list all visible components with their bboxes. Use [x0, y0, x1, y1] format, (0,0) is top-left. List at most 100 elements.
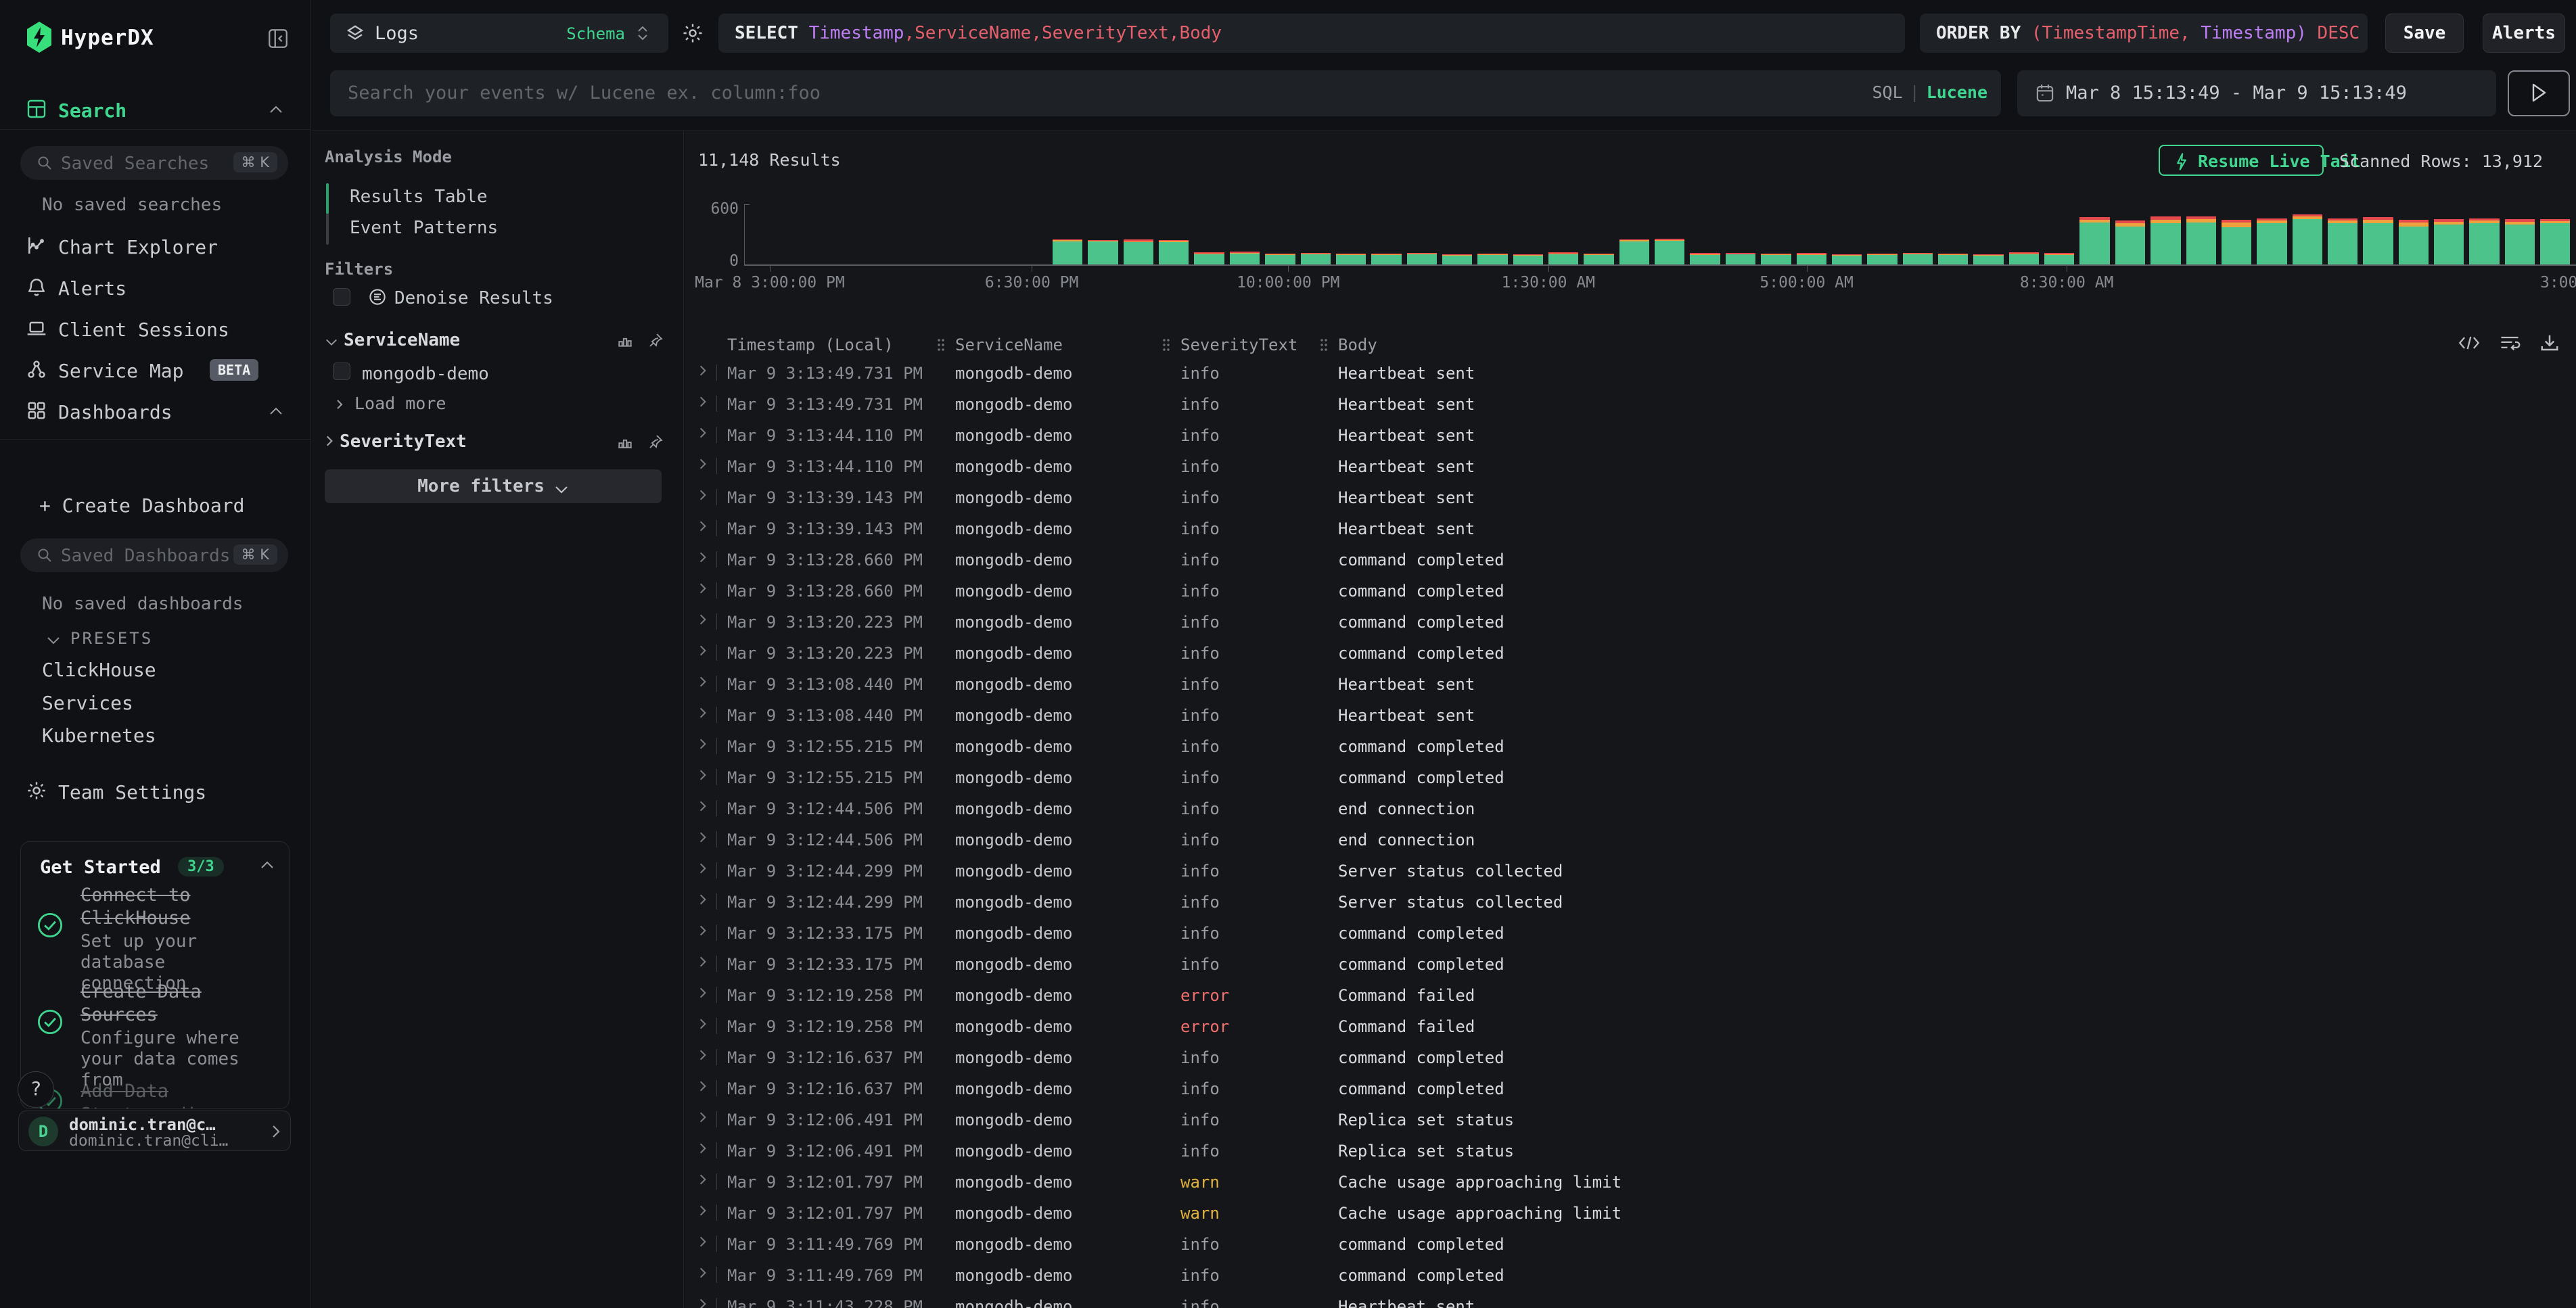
language-toggle[interactable]: SQL|Lucene [1872, 83, 1987, 102]
pin-icon[interactable] [647, 331, 664, 349]
source-settings-gear-icon[interactable] [681, 22, 704, 45]
analysis-option-results-table[interactable]: Results Table [350, 187, 488, 207]
column-timestamp[interactable]: Timestamp (Local) [727, 335, 894, 354]
sidebar-item-client-sessions[interactable]: Client Sessions [0, 310, 311, 348]
servicename-option-label[interactable]: mongodb-demo [362, 364, 489, 384]
table-row[interactable]: Mar 9 3:13:44.110 PMmongodb-demoinfoHear… [685, 419, 2576, 450]
table-row[interactable]: Mar 9 3:11:49.769 PMmongodb-demoinfocomm… [685, 1259, 2576, 1290]
save-button[interactable]: Save [2385, 14, 2464, 53]
table-row[interactable]: Mar 9 3:12:44.506 PMmongodb-demoinfoend … [685, 824, 2576, 855]
sidebar-item-service-map[interactable]: Service MapBETA [0, 351, 311, 389]
expand-chevron-icon[interactable] [698, 1204, 708, 1217]
expand-chevron-icon[interactable] [698, 644, 708, 657]
table-row[interactable]: Mar 9 3:12:33.175 PMmongodb-demoinfocomm… [685, 948, 2576, 979]
expand-chevron-icon[interactable] [698, 1266, 708, 1280]
create-dashboard-button[interactable]: + Create Dashboard [39, 494, 244, 517]
table-row[interactable]: Mar 9 3:12:06.491 PMmongodb-demoinfoRepl… [685, 1104, 2576, 1135]
table-row[interactable]: Mar 9 3:12:19.258 PMmongodb-demoerrorCom… [685, 979, 2576, 1010]
more-filters-button[interactable]: More filters [325, 469, 662, 503]
table-row[interactable]: Mar 9 3:13:08.440 PMmongodb-demoinfoHear… [685, 668, 2576, 699]
wrap-lines-icon[interactable] [2499, 333, 2521, 353]
expand-chevron-icon[interactable] [698, 1297, 708, 1308]
table-row[interactable]: Mar 9 3:12:01.797 PMmongodb-demowarnCach… [685, 1197, 2576, 1228]
saved-searches-input[interactable]: Saved Searches ⌘ K [20, 146, 288, 180]
pin-icon[interactable] [647, 433, 664, 450]
help-button[interactable]: ? [18, 1071, 54, 1108]
download-icon[interactable] [2539, 333, 2560, 353]
filter-group-servicename[interactable]: ServiceName [325, 330, 460, 350]
code-view-icon[interactable] [2458, 333, 2480, 353]
sidebar-item-chart-explorer[interactable]: Chart Explorer [0, 227, 311, 265]
expand-chevron-icon[interactable] [698, 1173, 708, 1186]
bar-chart-icon[interactable] [616, 433, 634, 450]
table-row[interactable]: Mar 9 3:12:16.637 PMmongodb-demoinfocomm… [685, 1042, 2576, 1073]
select-query-input[interactable]: SELECT Timestamp,ServiceName,SeverityTex… [718, 14, 1905, 53]
expand-chevron-icon[interactable] [698, 1235, 708, 1248]
alerts-button[interactable]: Alerts [2483, 14, 2565, 53]
expand-chevron-icon[interactable] [698, 1111, 708, 1124]
expand-chevron-icon[interactable] [698, 831, 708, 844]
saved-dashboards-input[interactable]: Saved Dashboards ⌘ K [20, 538, 288, 572]
denoise-checkbox[interactable] [333, 288, 350, 306]
table-row[interactable]: Mar 9 3:12:01.797 PMmongodb-demowarnCach… [685, 1166, 2576, 1197]
run-query-button[interactable] [2508, 70, 2570, 116]
table-row[interactable]: Mar 9 3:13:49.731 PMmongodb-demoinfoHear… [685, 357, 2576, 388]
table-row[interactable]: Mar 9 3:13:39.143 PMmongodb-demoinfoHear… [685, 513, 2576, 544]
expand-chevron-icon[interactable] [698, 737, 708, 751]
lucene-option[interactable]: Lucene [1927, 83, 1987, 102]
servicename-option-checkbox[interactable] [333, 363, 350, 380]
expand-chevron-icon[interactable] [698, 488, 708, 502]
expand-chevron-icon[interactable] [698, 706, 708, 720]
table-row[interactable]: Mar 9 3:13:08.440 PMmongodb-demoinfoHear… [685, 699, 2576, 730]
resume-live-tail-button[interactable]: Resume Live Tail [2159, 145, 2324, 176]
drag-handle-icon[interactable] [936, 337, 946, 352]
sql-option[interactable]: SQL [1872, 83, 1902, 102]
table-row[interactable]: Mar 9 3:11:43.228 PMmongodb-demoinfoHear… [685, 1290, 2576, 1308]
date-range-picker[interactable]: Mar 8 15:13:49 - Mar 9 15:13:49 [2017, 70, 2496, 116]
expand-chevron-icon[interactable] [698, 768, 708, 782]
column-body[interactable]: Body [1338, 335, 1377, 354]
analysis-option-event-patterns[interactable]: Event Patterns [350, 218, 498, 238]
table-row[interactable]: Mar 9 3:12:55.215 PMmongodb-demoinfocomm… [685, 762, 2576, 793]
expand-chevron-icon[interactable] [698, 1048, 708, 1062]
expand-chevron-icon[interactable] [698, 1142, 708, 1155]
expand-chevron-icon[interactable] [698, 426, 708, 440]
expand-chevron-icon[interactable] [698, 457, 708, 471]
load-more-button[interactable]: Load more [336, 394, 446, 413]
sidebar-item-alerts[interactable]: Alerts [0, 268, 311, 306]
sidebar-item-dashboards[interactable]: Dashboards [0, 392, 311, 430]
bar-chart-icon[interactable] [616, 331, 634, 349]
expand-chevron-icon[interactable] [698, 395, 708, 408]
preset-kubernetes[interactable]: Kubernetes [42, 724, 156, 747]
filter-group-severitytext[interactable]: SeverityText [325, 431, 467, 452]
table-row[interactable]: Mar 9 3:13:49.731 PMmongodb-demoinfoHear… [685, 388, 2576, 419]
preset-clickhouse[interactable]: ClickHouse [42, 659, 156, 681]
denoise-label[interactable]: Denoise Results [394, 288, 553, 308]
table-row[interactable]: Mar 9 3:12:16.637 PMmongodb-demoinfocomm… [685, 1073, 2576, 1104]
table-row[interactable]: Mar 9 3:13:28.660 PMmongodb-demoinfocomm… [685, 575, 2576, 606]
sidebar-item-search[interactable]: Search [0, 91, 311, 129]
lucene-search-input[interactable]: Search your events w/ Lucene ex. column:… [330, 70, 2001, 116]
expand-chevron-icon[interactable] [698, 582, 708, 595]
table-row[interactable]: Mar 9 3:12:55.215 PMmongodb-demoinfocomm… [685, 730, 2576, 762]
table-row[interactable]: Mar 9 3:12:44.506 PMmongodb-demoinfoend … [685, 793, 2576, 824]
table-row[interactable]: Mar 9 3:12:44.299 PMmongodb-demoinfoServ… [685, 886, 2576, 917]
table-row[interactable]: Mar 9 3:13:28.660 PMmongodb-demoinfocomm… [685, 544, 2576, 575]
chevron-up-icon[interactable] [268, 406, 284, 417]
table-row[interactable]: Mar 9 3:13:20.223 PMmongodb-demoinfocomm… [685, 637, 2576, 668]
expand-chevron-icon[interactable] [698, 551, 708, 564]
expand-chevron-icon[interactable] [698, 986, 708, 1000]
sidebar-collapse-icon[interactable] [267, 26, 290, 51]
preset-services[interactable]: Services [42, 692, 133, 714]
expand-chevron-icon[interactable] [698, 364, 708, 377]
table-row[interactable]: Mar 9 3:12:19.258 PMmongodb-demoerrorCom… [685, 1010, 2576, 1042]
expand-chevron-icon[interactable] [698, 893, 708, 906]
chevron-up-icon[interactable] [268, 104, 284, 115]
table-row[interactable]: Mar 9 3:12:44.299 PMmongodb-demoinfoServ… [685, 855, 2576, 886]
table-row[interactable]: Mar 9 3:12:06.491 PMmongodb-demoinfoRepl… [685, 1135, 2576, 1166]
column-severitytext[interactable]: SeverityText [1180, 335, 1297, 354]
user-profile-card[interactable]: D dominic.tran@c… dominic.tran@cli… [18, 1111, 291, 1151]
table-row[interactable]: Mar 9 3:13:39.143 PMmongodb-demoinfoHear… [685, 482, 2576, 513]
drag-handle-icon[interactable] [1162, 337, 1171, 352]
sidebar-item-team-settings[interactable]: Team Settings [0, 772, 311, 810]
